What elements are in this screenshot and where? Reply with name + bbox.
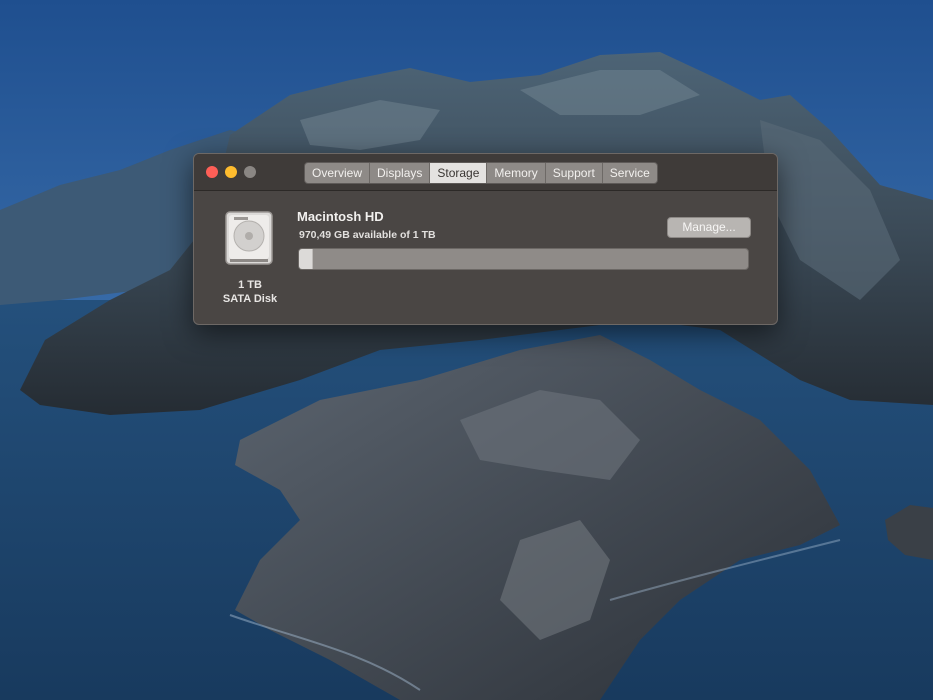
tab-overview[interactable]: Overview xyxy=(305,163,371,183)
hard-drive-icon xyxy=(224,210,274,266)
disk-size-label: 1 TB xyxy=(238,279,262,291)
tab-service[interactable]: Service xyxy=(603,163,657,183)
close-button[interactable] xyxy=(206,166,218,178)
tab-storage[interactable]: Storage xyxy=(430,163,488,183)
tab-displays[interactable]: Displays xyxy=(370,163,431,183)
storage-usage-bar xyxy=(298,248,749,270)
available-space-text: 970,49 GB available of 1 TB xyxy=(299,229,436,241)
about-this-mac-window: Overview Displays Storage Memory Support… xyxy=(193,153,778,325)
storage-usage-fill xyxy=(299,249,314,269)
window-titlebar: Overview Displays Storage Memory Support… xyxy=(194,154,777,191)
disk-type-label: SATA Disk xyxy=(222,293,278,305)
desktop-wallpaper xyxy=(0,0,933,700)
zoom-button[interactable] xyxy=(244,166,256,178)
tab-memory[interactable]: Memory xyxy=(487,163,546,183)
minimize-button[interactable] xyxy=(225,166,237,178)
tab-support[interactable]: Support xyxy=(546,163,603,183)
volume-name: Macintosh HD xyxy=(297,209,384,224)
tab-bar: Overview Displays Storage Memory Support… xyxy=(304,162,658,184)
manage-button[interactable]: Manage... xyxy=(667,217,751,238)
